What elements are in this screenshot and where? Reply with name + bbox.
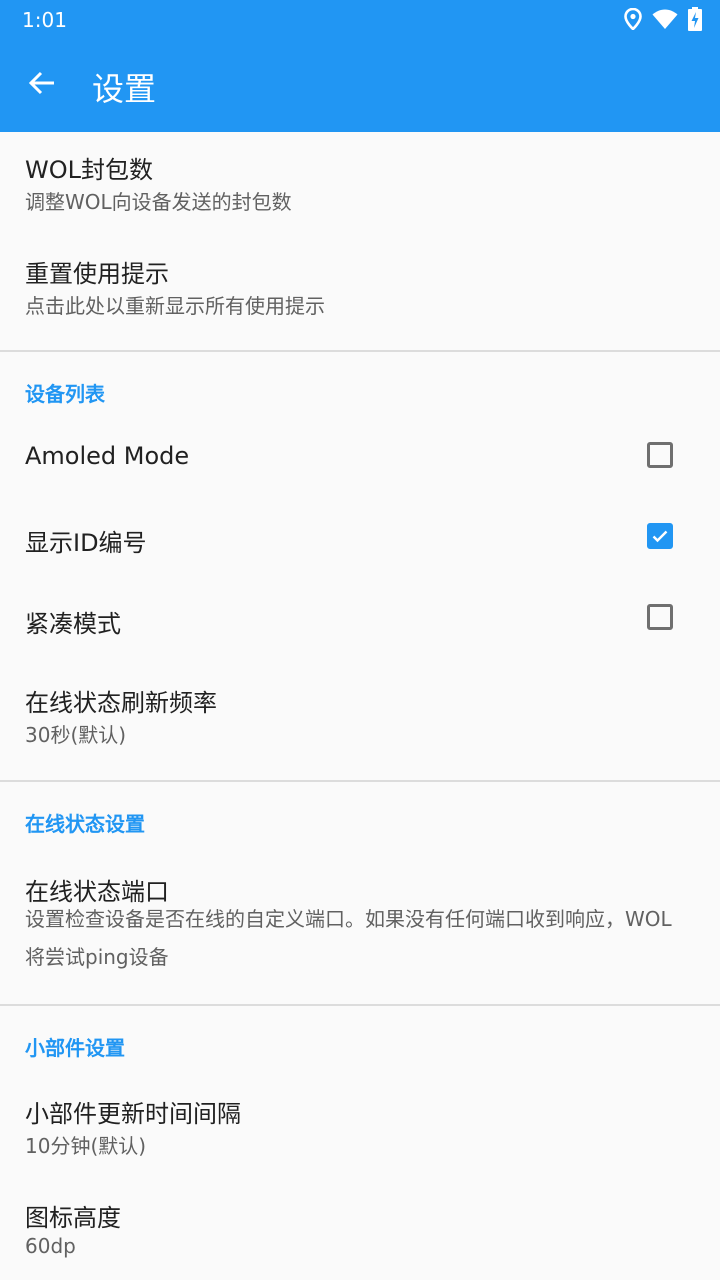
category-widget: 小部件设置: [25, 1036, 125, 1060]
check-icon: [652, 530, 668, 543]
item-title: 图标高度: [25, 1204, 121, 1232]
status-bar: 1:01: [0, 0, 720, 38]
item-title: Amoled Mode: [25, 442, 190, 470]
status-time: 1:01: [22, 8, 67, 32]
item-title: WOL封包数: [25, 156, 153, 184]
item-summary: 调整WOL向设备发送的封包数: [25, 190, 292, 214]
category-device-list: 设备列表: [25, 382, 105, 406]
page-title: 设置: [92, 70, 157, 108]
amoled-mode-checkbox[interactable]: [647, 442, 673, 468]
item-summary: 10分钟(默认): [25, 1134, 147, 1158]
compact-mode-item[interactable]: 紧凑模式: [0, 578, 720, 659]
reset-hints-item[interactable]: 重置使用提示 点击此处以重新显示所有使用提示: [0, 236, 720, 350]
wifi-icon: [652, 9, 678, 29]
category-online-status: 在线状态设置: [25, 812, 145, 836]
amoled-mode-item[interactable]: Amoled Mode: [0, 416, 720, 497]
location-icon: [624, 8, 642, 30]
back-button[interactable]: [16, 57, 68, 109]
status-icons: [624, 6, 702, 32]
divider: [0, 1004, 720, 1006]
item-title: 小部件更新时间间隔: [25, 1100, 241, 1128]
show-id-checkbox[interactable]: [647, 523, 673, 549]
toolbar: 设置: [0, 38, 720, 132]
item-summary: 设置检查设备是否在线的自定义端口。如果没有任何端口收到响应，WOL将尝试ping…: [25, 907, 672, 969]
divider: [0, 780, 720, 782]
divider: [0, 350, 720, 352]
wol-packets-item[interactable]: WOL封包数 调整WOL向设备发送的封包数: [0, 132, 720, 236]
item-title: 显示ID编号: [25, 529, 147, 557]
arrow-back-icon: [28, 71, 54, 95]
item-summary: 30秒(默认): [25, 723, 127, 747]
app-bar: 1:01 设置: [0, 0, 720, 132]
refresh-rate-item[interactable]: 在线状态刷新频率 30秒(默认): [0, 659, 720, 779]
item-summary: 60dp: [25, 1234, 76, 1258]
item-title: 重置使用提示: [25, 260, 169, 288]
compact-mode-checkbox[interactable]: [647, 604, 673, 630]
battery-charging-icon: [688, 7, 702, 31]
item-title: 在线状态刷新频率: [25, 689, 217, 717]
item-summary: 点击此处以重新显示所有使用提示: [25, 294, 325, 318]
show-id-item[interactable]: 显示ID编号: [0, 497, 720, 578]
item-title: 紧凑模式: [25, 610, 121, 638]
online-status-port-item[interactable]: 在线状态端口 设置检查设备是否在线的自定义端口。如果没有任何端口收到响应，WOL…: [0, 846, 720, 1002]
icon-height-item[interactable]: 图标高度 60dp: [0, 1174, 720, 1280]
widget-update-interval-item[interactable]: 小部件更新时间间隔 10分钟(默认): [0, 1070, 720, 1174]
